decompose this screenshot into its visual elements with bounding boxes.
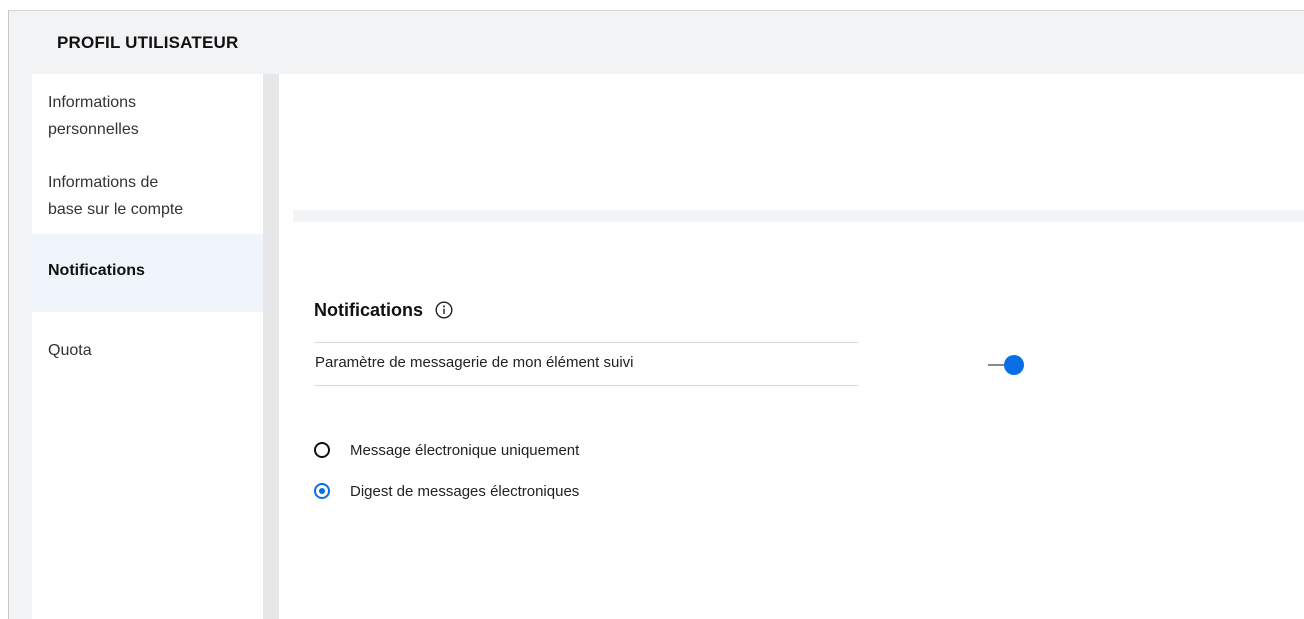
sidebar-item-label: personnelles — [48, 121, 139, 138]
sidebar-item-quota[interactable]: Quota — [32, 336, 263, 376]
sidebar-item-label: Informations — [48, 94, 137, 111]
main-content: Notifications Paramètre de messagerie de… — [279, 74, 1304, 619]
sidebar-item-label: base sur le compte — [48, 201, 184, 218]
section-divider — [293, 210, 1304, 222]
left-gutter — [9, 74, 32, 619]
info-circle-icon[interactable] — [435, 301, 453, 319]
section-title: Notifications — [314, 299, 424, 320]
radio-email-digest[interactable]: Digest de messages électroniques — [314, 479, 579, 503]
followed-item-email-toggle[interactable] — [988, 355, 1028, 375]
followed-item-email-setting: Paramètre de messagerie de mon élément s… — [314, 342, 858, 386]
sidebar-item-label: Quota — [48, 342, 92, 359]
user-profile-window: PROFIL UTILISATEUR Informations personne… — [8, 10, 1304, 619]
sidebar-item-personal-info[interactable]: Informations personnelles — [32, 88, 263, 154]
radio-label: Digest de messages électroniques — [350, 482, 580, 500]
header-bar: PROFIL UTILISATEUR — [9, 11, 1304, 74]
sidebar-item-account-info[interactable]: Informations de base sur le compte — [32, 168, 263, 234]
sidebar-item-label: Informations de — [48, 174, 159, 191]
radio-selected-icon[interactable] — [314, 483, 330, 499]
notifications-header: Notifications — [314, 297, 453, 323]
sidebar-item-notifications[interactable]: Notifications — [32, 234, 263, 312]
toggle-knob — [1004, 355, 1024, 375]
radio-email-only[interactable]: Message électronique uniquement — [314, 438, 579, 462]
sidebar-scrollbar[interactable] — [263, 74, 279, 619]
page-title: PROFIL UTILISATEUR — [57, 33, 239, 52]
setting-label: Paramètre de messagerie de mon élément s… — [315, 354, 634, 371]
sidebar-item-label: Notifications — [48, 262, 145, 279]
sidebar-nav: Informations personnelles Informations d… — [32, 74, 263, 619]
radio-unselected-icon[interactable] — [314, 442, 330, 458]
radio-label: Message électronique uniquement — [350, 441, 580, 459]
